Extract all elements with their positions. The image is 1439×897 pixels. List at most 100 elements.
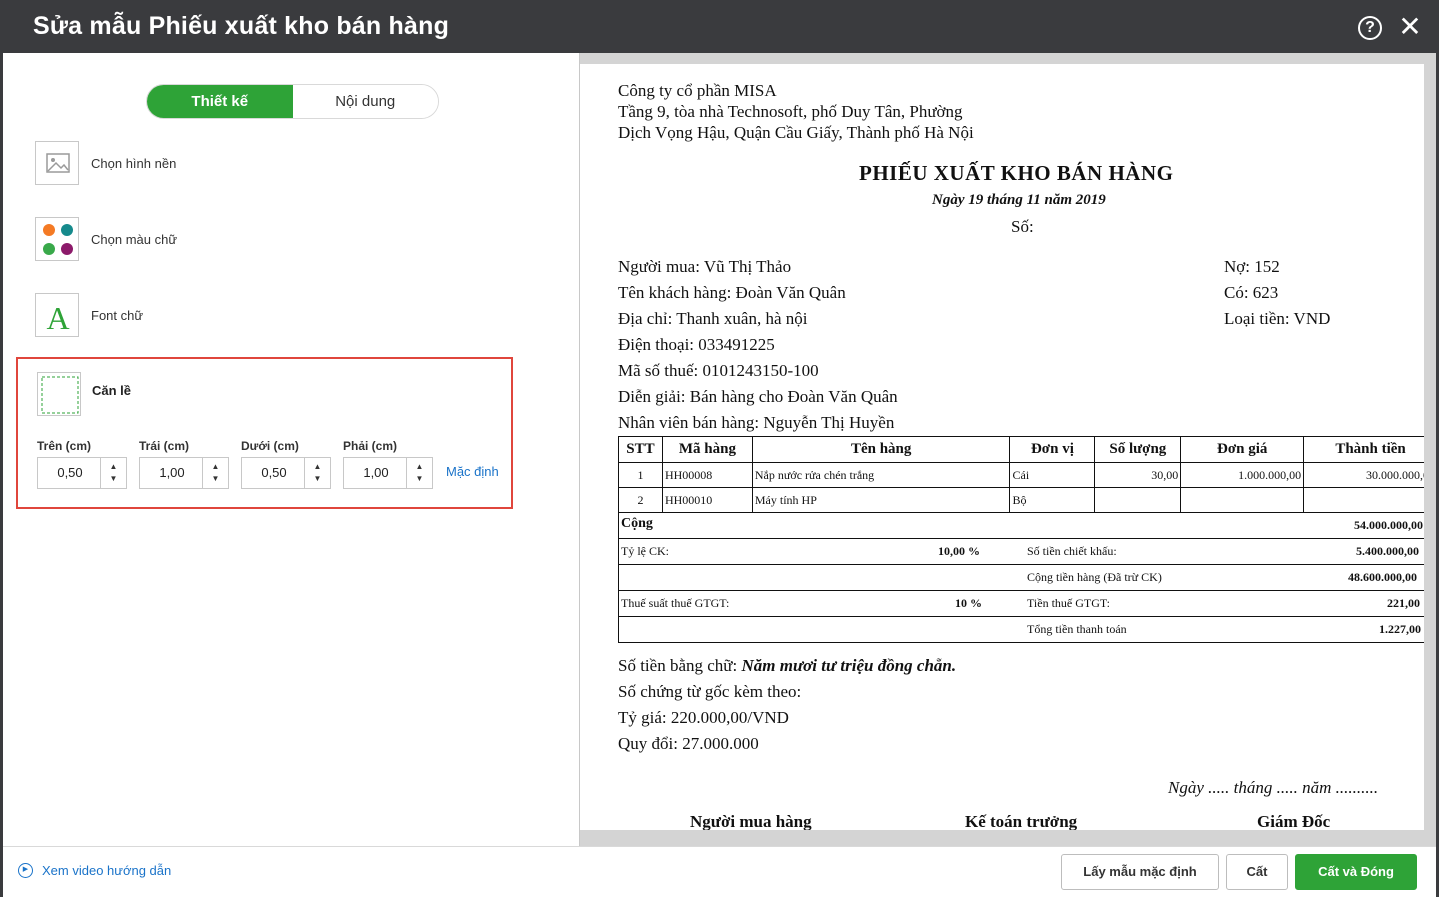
currency: Loại tiền: VND (1224, 309, 1331, 328)
tab-design[interactable]: Thiết kế (147, 85, 293, 118)
vat-rate-value: 10 % (955, 596, 982, 610)
margin-right-label: Phải (cm) (343, 439, 398, 453)
save-button[interactable]: Cất (1226, 854, 1288, 890)
video-guide-link[interactable]: ▶ Xem video hướng dẫn (18, 863, 171, 878)
option-background-label: Chọn hình nền (91, 155, 177, 171)
items-table: STT Mã hàng Tên hàng Đơn vị Số lượng Đơn… (618, 436, 1424, 513)
document-description: Diễn giải: Bán hàng cho Đoàn Văn Quân (618, 387, 898, 406)
option-text-color-label: Chọn màu chữ (91, 231, 178, 247)
exchange-rate: Tỷ giá: 220.000,00/VND (618, 708, 789, 727)
cell-qty: 30,00 (1094, 462, 1182, 488)
converted-amount: Quy đổi: 27.000.000 (618, 734, 759, 753)
document-date: Ngày 19 tháng 11 năm 2019 (932, 192, 1106, 208)
company-name: Công ty cổ phần MISA (618, 81, 777, 100)
font-icon: A (35, 293, 79, 337)
option-font[interactable]: A Font chữ (35, 293, 143, 337)
sign-date: Ngày ..... tháng ..... năm .......... (1168, 778, 1379, 797)
summary-total-row: Cộng 54.000.000,00 (619, 512, 1424, 538)
col-header-price: Đơn giá (1180, 436, 1305, 463)
spinner-arrows-icon[interactable]: ▲ ▼ (100, 458, 126, 488)
summary-block: Cộng 54.000.000,00 Tỷ lệ CK: 10,00 % Số … (618, 512, 1424, 643)
col-header-unit: Đơn vị (1009, 436, 1096, 463)
company-address-2: Dịch Vọng Hậu, Quận Cầu Giấy, Thành phố … (618, 123, 974, 142)
goods-total-label: Cộng tiền hàng (Đã trừ CK) (1027, 570, 1162, 584)
design-panel: Thiết kế Nội dung Chọn hình nền Chọn màu… (3, 53, 579, 846)
document-preview: Công ty cổ phần MISA Tầng 9, tòa nhà Tec… (580, 64, 1424, 830)
image-icon (35, 141, 79, 185)
amount-in-words-value: Năm mươi tư triệu đồng chẵn. (741, 656, 957, 675)
cell-name: Máy tính HP (751, 487, 1011, 513)
spinner-arrows-icon[interactable]: ▲ ▼ (304, 458, 330, 488)
table-header-row: STT Mã hàng Tên hàng Đơn vị Số lượng Đơn… (618, 436, 1424, 463)
margin-left-label: Trái (cm) (139, 439, 190, 453)
margin-left-stepper[interactable]: 1,00 ▲ ▼ (139, 457, 229, 489)
total-value: 54.000.000,00 (1354, 518, 1423, 532)
table-row: 1 HH00008 Nắp nước rửa chén trắng Cái 30… (618, 462, 1424, 488)
grand-total-label: Tổng tiền thanh toán (1027, 622, 1127, 636)
margin-right-field: Phải (cm) 1,00 ▲ ▼ (343, 439, 433, 489)
margin-bottom-label: Dưới (cm) (241, 439, 299, 453)
cell-code: HH00010 (661, 487, 753, 513)
company-address-1: Tầng 9, tòa nhà Technosoft, phố Duy Tân,… (618, 102, 963, 121)
margin-top-stepper[interactable]: 0,50 ▲ ▼ (37, 457, 127, 489)
vat-amount-value: 221,00 (1387, 596, 1420, 610)
signer-chief-accountant: Kế toán trưởng (965, 812, 1078, 830)
option-font-label: Font chữ (91, 307, 144, 323)
col-header-name: Tên hàng (751, 436, 1011, 463)
option-text-color[interactable]: Chọn màu chữ (35, 217, 177, 261)
video-guide-label: Xem video hướng dẫn (42, 863, 172, 878)
summary-goods-row: Cộng tiền hàng (Đã trừ CK) 48.600.000,00 (619, 564, 1424, 590)
save-close-button[interactable]: Cất và Đóng (1295, 854, 1417, 890)
col-header-amount: Thành tiền (1303, 436, 1424, 463)
cell-unit: Bộ (1009, 487, 1096, 513)
customer-phone: Điện thoại: 033491225 (618, 335, 775, 354)
margin-left-value[interactable]: 1,00 (140, 458, 204, 488)
spinner-arrows-icon[interactable]: ▲ ▼ (202, 458, 228, 488)
tab-content[interactable]: Nội dung (292, 85, 438, 118)
spinner-arrows-icon[interactable]: ▲ ▼ (406, 458, 432, 488)
signer-buyer: Người mua hàng (690, 812, 812, 830)
play-circle-icon: ▶ (18, 863, 33, 878)
col-header-qty: Số lượng (1094, 436, 1182, 463)
margin-left-field: Trái (cm) 1,00 ▲ ▼ (139, 439, 229, 489)
footer-bar: ▶ Xem video hướng dẫn Lấy mẫu mặc định C… (3, 846, 1436, 897)
margin-title: Căn lề (92, 383, 132, 398)
document-title: PHIẾU XUẤT KHO BÁN HÀNG (859, 161, 1174, 185)
attached-documents: Số chứng từ gốc kèm theo: (618, 682, 802, 701)
cell-amount: 30.000.000,00 (1303, 462, 1424, 488)
margin-right-value[interactable]: 1,00 (344, 458, 408, 488)
discount-amount-label: Số tiền chiết khấu: (1027, 544, 1117, 558)
cell-code: HH00008 (661, 462, 753, 488)
margin-bottom-value[interactable]: 0,50 (242, 458, 306, 488)
cell-name: Nắp nước rửa chén trắng (751, 462, 1011, 488)
color-palette-icon (35, 217, 79, 261)
buyer: Người mua: Vũ Thị Thảo (618, 257, 792, 276)
margin-bottom-field: Dưới (cm) 0,50 ▲ ▼ (241, 439, 331, 489)
vat-amount-label: Tiền thuế GTGT: (1027, 596, 1110, 610)
amount-in-words: Số tiền bằng chữ: Năm mươi tư triệu đồng… (618, 656, 956, 676)
margin-default-link[interactable]: Mặc định (446, 464, 499, 479)
svg-text:A: A (46, 300, 69, 336)
title-bar: Sửa mẫu Phiếu xuất kho bán hàng ? ✕ (0, 0, 1439, 53)
grand-total-value: 1.227,00 (1379, 622, 1421, 636)
amount-in-words-label: Số tiền bằng chữ: (618, 656, 738, 675)
salesperson: Nhân viên bán hàng: Nguyễn Thị Huyền (618, 413, 895, 432)
customer-address: Địa chỉ: Thanh xuân, hà nội (618, 309, 808, 328)
debit-account: Nợ: 152 (1224, 257, 1280, 276)
margin-top-value[interactable]: 0,50 (38, 458, 102, 488)
margin-top-label: Trên (cm) (37, 439, 92, 453)
close-icon[interactable]: ✕ (1398, 13, 1422, 41)
mode-toggle: Thiết kế Nội dung (146, 84, 439, 119)
col-header-stt: STT (618, 436, 663, 463)
table-row: 2 HH00010 Máy tính HP Bộ (618, 487, 1424, 513)
cell-qty (1094, 487, 1182, 513)
margin-section: Căn lề Trên (cm) 0,50 ▲ ▼ Trái (cm) 1,00 … (16, 357, 513, 509)
default-template-button[interactable]: Lấy mẫu mặc định (1061, 854, 1219, 890)
summary-discount-row: Tỷ lệ CK: 10,00 % Số tiền chiết khấu: 5.… (619, 538, 1424, 564)
option-background[interactable]: Chọn hình nền (35, 141, 176, 185)
discount-rate-label: Tỷ lệ CK: (621, 544, 669, 558)
margin-bottom-stepper[interactable]: 0,50 ▲ ▼ (241, 457, 331, 489)
margin-right-stepper[interactable]: 1,00 ▲ ▼ (343, 457, 433, 489)
discount-amount-value: 5.400.000,00 (1356, 544, 1419, 558)
question-circle-icon[interactable]: ? (1358, 16, 1382, 40)
